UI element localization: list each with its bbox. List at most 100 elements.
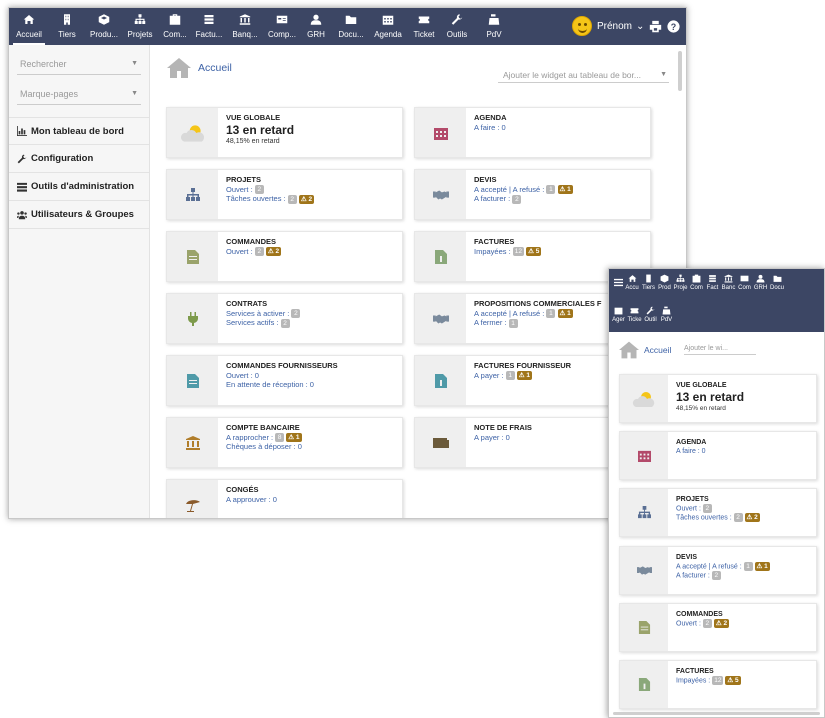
sidebar-item-dashboard[interactable]: Mon tableau de bord — [9, 117, 149, 145]
bookmarks-select[interactable]: Marque-pages ▼ — [17, 83, 141, 105]
sidebar-item-configuration[interactable]: Configuration — [9, 145, 149, 173]
chart-icon — [17, 126, 27, 136]
menu-item-outils[interactable]: Outils — [444, 8, 470, 45]
mobile-menu-commercial[interactable]: Com — [689, 274, 704, 292]
box-line[interactable]: A rapprocher : 8 ⚠ 1 — [226, 433, 398, 443]
page-title: Accueil — [198, 62, 232, 74]
menu-item-ticket[interactable]: Ticket — [411, 8, 437, 45]
box-line[interactable]: Services actifs : 2 — [226, 318, 398, 328]
invoice-icon — [638, 678, 650, 691]
mobile-menu-banque[interactable]: Banc — [721, 274, 736, 292]
box-line[interactable]: A faire : 0 — [676, 447, 812, 456]
count-badge: 12 — [712, 676, 724, 685]
box-line[interactable]: Tâches ouvertes : 2 ⚠ 2 — [676, 513, 812, 523]
mobile-menu-ticket[interactable]: Ticke — [627, 306, 642, 324]
box-line[interactable]: A accepté | A refusé : 1 ⚠ 1 — [676, 562, 812, 571]
box-conges[interactable]: CONGÉS A approuver : 0 — [166, 479, 403, 518]
count-badge: 2 — [254, 185, 264, 195]
menu-item-comptabilite[interactable]: Comp... — [266, 8, 298, 45]
menu-item-documents[interactable]: Docu... — [335, 8, 367, 45]
menu-item-grh[interactable]: GRH — [304, 8, 328, 45]
box-line[interactable]: Tâches ouvertes : 2 ⚠ 2 — [226, 194, 398, 204]
box-line[interactable]: Services à activer : 2 — [226, 309, 398, 319]
box-line[interactable]: Ouvert : 2 — [676, 504, 812, 513]
mobile-menu-documents[interactable]: Docu — [769, 274, 785, 292]
user-tie-icon — [304, 8, 328, 26]
warning-badge: ⚠ 1 — [516, 371, 533, 381]
menu-item-accueil[interactable]: Accueil — [13, 8, 45, 45]
mobile-box-projets[interactable]: PROJETS Ouvert : 2 Tâches ouvertes : 2 ⚠… — [619, 488, 817, 537]
menu-item-pdv[interactable]: PdV — [481, 8, 507, 45]
count-badge: 2 — [702, 619, 712, 628]
wallet-icon — [432, 437, 449, 448]
menu-item-produits[interactable]: Produ... — [87, 8, 121, 45]
box-line[interactable]: En attente de réception : 0 — [226, 380, 398, 390]
help-icon[interactable]: ? — [667, 20, 680, 33]
box-line[interactable]: A accepté | A refusé : 1 ⚠ 1 — [474, 185, 646, 195]
mobile-menu-agenda[interactable]: Ager — [611, 306, 626, 324]
menu-item-projets[interactable]: Projets — [125, 8, 155, 45]
add-widget-select[interactable]: Ajouter le wi... — [684, 345, 756, 355]
menu-item-banque[interactable]: Banq... — [230, 8, 260, 45]
box-title: COMMANDES — [676, 611, 723, 618]
box-line[interactable]: A approuver : 0 — [226, 495, 398, 505]
mobile-box-agenda[interactable]: AGENDA A faire : 0 — [619, 431, 817, 480]
box-vue-globale[interactable]: VUE GLOBALE 13 en retard 48,15% en retar… — [166, 107, 403, 158]
warning-badge: ⚠ 1 — [754, 562, 770, 571]
umbrella-beach-icon — [185, 499, 200, 512]
home-icon — [167, 58, 191, 78]
add-widget-select[interactable]: Ajouter le widget au tableau de bor... ▼ — [498, 67, 669, 83]
box-commandes[interactable]: COMMANDES Ouvert : 2 ⚠ 2 — [166, 231, 403, 282]
mobile-box-commandes[interactable]: COMMANDES Ouvert : 2 ⚠ 2 — [619, 603, 817, 652]
box-line[interactable]: Ouvert : 2 ⚠ 2 — [226, 247, 398, 257]
menu-item-agenda[interactable]: Agenda — [372, 8, 404, 45]
mobile-window: Accu Tiers Prod Proje Com Fact Banc Com … — [608, 268, 825, 718]
box-contrats[interactable]: CONTRATS Services à activer : 2 Services… — [166, 293, 403, 344]
box-line[interactable]: A faire : 0 — [474, 123, 646, 133]
mobile-box-devis[interactable]: DEVIS A accepté | A refusé : 1 ⚠ 1 A fac… — [619, 546, 817, 595]
mobile-menu-produits[interactable]: Prod — [657, 274, 672, 292]
box-title: VUE GLOBALE — [676, 382, 727, 389]
box-line[interactable]: Impayées : 12 ⚠ 5 — [676, 676, 812, 685]
box-projets[interactable]: PROJETS Ouvert : 2 Tâches ouvertes : 2 ⚠… — [166, 169, 403, 220]
mobile-box-vue-globale[interactable]: VUE GLOBALE 13 en retard 48,15% en retar… — [619, 374, 817, 423]
search-select[interactable]: Rechercher ▼ — [17, 53, 141, 75]
mobile-menu-accueil[interactable]: Accu — [624, 274, 640, 292]
menu-item-facturation[interactable]: Factu... — [194, 8, 224, 45]
mobile-menu-pdv[interactable]: PdV — [659, 306, 674, 324]
menu-item-commercial[interactable]: Com... — [160, 8, 190, 45]
mobile-box-factures[interactable]: FACTURES Impayées : 12 ⚠ 5 — [619, 660, 817, 709]
horizontal-scrollbar[interactable] — [613, 712, 820, 715]
user-menu[interactable]: Prénom ⌄ — [572, 16, 644, 36]
mobile-menu-tiers[interactable]: Tiers — [641, 274, 656, 292]
box-line[interactable]: Ouvert : 2 ⚠ 2 — [676, 619, 812, 628]
sidebar-item-users-groups[interactable]: Utilisateurs & Groupes — [9, 201, 149, 229]
mobile-menu-projets[interactable]: Proje — [673, 274, 688, 292]
box-agenda[interactable]: AGENDA A faire : 0 — [414, 107, 651, 158]
box-compte-bancaire[interactable]: COMPTE BANCAIRE A rapprocher : 8 ⚠ 1 Chè… — [166, 417, 403, 468]
mobile-menu-grh[interactable]: GRH — [753, 274, 768, 292]
scrollbar[interactable] — [678, 51, 682, 91]
menu-item-tiers[interactable]: Tiers — [55, 8, 79, 45]
box-line[interactable]: Impayées : 12 ⚠ 5 — [474, 247, 646, 257]
box-line[interactable]: Chèques à déposer : 0 — [226, 442, 398, 452]
hamburger-icon[interactable] — [614, 278, 623, 287]
box-title: AGENDA — [474, 113, 507, 122]
box-line[interactable]: A facturer : 2 — [474, 194, 646, 204]
mobile-menu-outils[interactable]: Outil — [643, 306, 658, 324]
box-line[interactable]: A facturer : 2 — [676, 571, 812, 581]
sidebar-item-admin-tools[interactable]: Outils d'administration — [9, 173, 149, 201]
mobile-menu-comptabilite[interactable]: Com — [737, 274, 752, 292]
box-title: CONGÉS — [226, 485, 259, 494]
printer-icon[interactable] — [649, 20, 662, 33]
mobile-menu-facturation[interactable]: Fact — [705, 274, 720, 292]
calendar-icon — [614, 307, 623, 315]
invoice-icon — [434, 373, 447, 388]
count-badge: 2 — [287, 194, 297, 204]
box-commandes-fournisseurs[interactable]: COMMANDES FOURNISSEURS Ouvert : 0 En att… — [166, 355, 403, 406]
ticket-icon — [630, 308, 639, 314]
box-line[interactable]: Ouvert : 2 — [226, 185, 398, 195]
wrench-icon — [646, 306, 655, 315]
box-devis[interactable]: DEVIS A accepté | A refusé : 1 ⚠ 1 A fac… — [414, 169, 651, 220]
box-line[interactable]: Ouvert : 0 — [226, 371, 398, 381]
